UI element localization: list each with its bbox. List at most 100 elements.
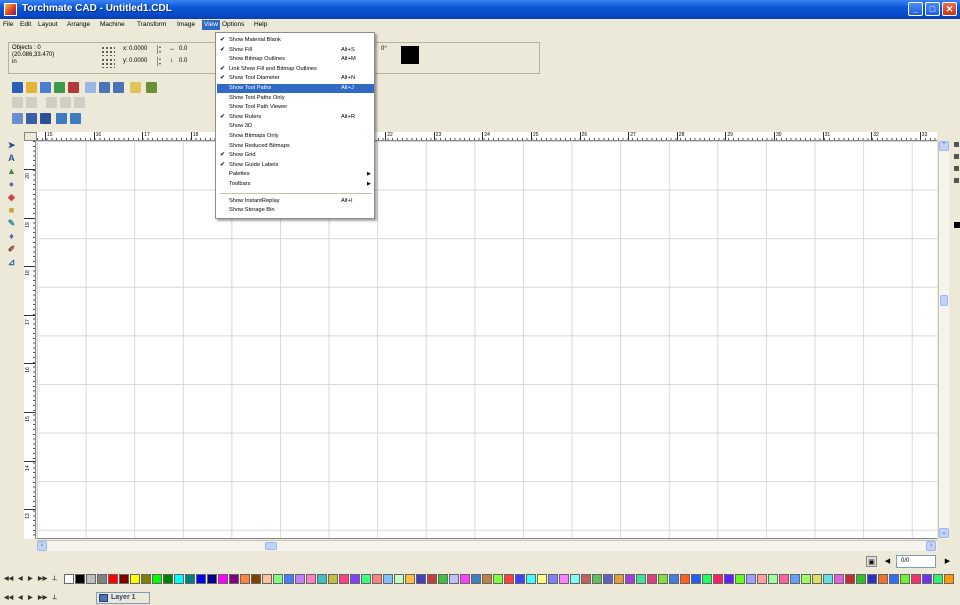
vertical-ruler[interactable]: 20 19 18 17 16 15 14 13: [24, 141, 36, 539]
anchor-grid-icon[interactable]: [101, 46, 115, 56]
palette-swatch[interactable]: [108, 574, 118, 584]
minimize-button[interactable]: _: [908, 2, 923, 16]
view-menu-item[interactable]: Show Tool Path Viewer: [217, 103, 374, 112]
palette-swatch[interactable]: [361, 574, 371, 584]
palette-swatch[interactable]: [306, 574, 316, 584]
docker-strip[interactable]: [953, 130, 960, 250]
palette-swatch[interactable]: [878, 574, 888, 584]
palette-swatch[interactable]: [130, 574, 140, 584]
fill-color-swatch[interactable]: [401, 46, 419, 64]
palette-swatch[interactable]: [372, 574, 382, 584]
y-stepper[interactable]: [157, 57, 162, 66]
palette-swatch[interactable]: [757, 574, 767, 584]
palette-swatch[interactable]: [196, 574, 206, 584]
view-menu-item[interactable]: Show Tool Paths Only: [217, 94, 374, 103]
view-menu-item[interactable]: ✔ Show Grid: [217, 151, 374, 160]
palette-swatch[interactable]: [119, 574, 129, 584]
layer-last-icon[interactable]: ▶▶: [38, 594, 47, 601]
palette-last-icon[interactable]: ▶▶: [38, 575, 47, 582]
open-icon[interactable]: [26, 82, 37, 93]
palette-swatch[interactable]: [603, 574, 613, 584]
palette-swatch[interactable]: [647, 574, 657, 584]
scroll-down-icon[interactable]: ⌄: [939, 528, 949, 538]
palette-swatch[interactable]: [636, 574, 646, 584]
palette-swatch[interactable]: [460, 574, 470, 584]
palette-swatch[interactable]: [570, 574, 580, 584]
palette-swatch[interactable]: [746, 574, 756, 584]
palette-swatch[interactable]: [97, 574, 107, 584]
view-menu-item[interactable]: Show Tool Paths Alt+J: [217, 84, 374, 93]
palette-swatch[interactable]: [438, 574, 448, 584]
view-menu-item[interactable]: ✔ Show Guide Labels: [217, 161, 374, 170]
palette-swatch[interactable]: [526, 574, 536, 584]
layer-add-icon[interactable]: ⊥: [52, 594, 57, 601]
palette-first-icon[interactable]: ◀◀: [4, 575, 13, 582]
view-menu-item[interactable]: ✔ Link Show Fill and Bitmap Outlines: [217, 65, 374, 74]
palette-swatch[interactable]: [548, 574, 558, 584]
view-menu-item[interactable]: Palettes ▶: [217, 170, 374, 179]
palette-swatch[interactable]: [900, 574, 910, 584]
horizontal-scrollbar[interactable]: ‹ ›: [37, 540, 937, 551]
node-icon[interactable]: [56, 113, 67, 124]
vertical-scrollbar[interactable]: ⌃ ⌄: [938, 141, 949, 539]
docker-icon[interactable]: [954, 142, 959, 147]
undo-icon[interactable]: [99, 82, 110, 93]
palette-menu-icon[interactable]: ⊥: [52, 575, 57, 582]
next-page-icon[interactable]: ▶: [942, 556, 953, 567]
view-menu-item[interactable]: ✔ Show Tool Diameter Alt+N: [217, 74, 374, 83]
width-field[interactable]: 0.0: [179, 46, 187, 52]
palette-swatch[interactable]: [427, 574, 437, 584]
palette-swatch[interactable]: [86, 574, 96, 584]
distribute-icon[interactable]: [26, 97, 37, 108]
palette-swatch[interactable]: [383, 574, 393, 584]
palette-swatch[interactable]: [812, 574, 822, 584]
view-menu-item[interactable]: Show Bitmaps Only: [217, 132, 374, 141]
export-icon[interactable]: [68, 82, 79, 93]
palette-swatch[interactable]: [537, 574, 547, 584]
drawing-canvas[interactable]: [37, 141, 937, 539]
palette-swatch[interactable]: [856, 574, 866, 584]
new-icon[interactable]: [12, 82, 23, 93]
palette-swatch[interactable]: [515, 574, 525, 584]
path-icon[interactable]: [70, 113, 81, 124]
docker-icon[interactable]: [954, 178, 959, 183]
docker-icon[interactable]: [954, 166, 959, 171]
palette-swatch[interactable]: [218, 574, 228, 584]
menu-transform[interactable]: Transform: [137, 21, 166, 28]
prev-page-icon[interactable]: ◀: [882, 556, 893, 567]
menu-file[interactable]: File: [3, 21, 13, 28]
layer-next-icon[interactable]: ▶: [28, 594, 33, 601]
palette-swatch[interactable]: [834, 574, 844, 584]
fill-tool-icon[interactable]: ■: [6, 205, 17, 216]
palette-swatch[interactable]: [801, 574, 811, 584]
maximize-button[interactable]: □: [925, 2, 940, 16]
palette-swatch[interactable]: [394, 574, 404, 584]
palette-swatch[interactable]: [768, 574, 778, 584]
palette-swatch[interactable]: [658, 574, 668, 584]
palette-swatch[interactable]: [933, 574, 943, 584]
view-menu-item[interactable]: ✔ Show Rulers Alt+R: [217, 113, 374, 122]
view-menu-item[interactable]: Show Storage Bin: [217, 206, 374, 215]
palette-swatch[interactable]: [625, 574, 635, 584]
palette-swatch[interactable]: [889, 574, 899, 584]
horizontal-ruler[interactable]: 15161718192021222324252627282930313233: [37, 132, 937, 141]
zoom-tool-icon[interactable]: ●: [6, 179, 17, 190]
machine-icon[interactable]: [146, 82, 157, 93]
palette-swatch[interactable]: [867, 574, 877, 584]
horizontal-scroll-thumb[interactable]: [265, 542, 277, 550]
palette-swatch[interactable]: [273, 574, 283, 584]
view-menu-item[interactable]: Show Bitmap Outlines Alt+M: [217, 55, 374, 64]
palette-prev-icon[interactable]: ◀: [18, 575, 23, 582]
measure-tool-icon[interactable]: ⊿: [6, 257, 17, 268]
trim-icon[interactable]: [60, 97, 71, 108]
palette-swatch[interactable]: [735, 574, 745, 584]
palette-swatch[interactable]: [262, 574, 272, 584]
scroll-right-icon[interactable]: ›: [926, 541, 936, 551]
x-stepper[interactable]: [157, 45, 162, 54]
palette-swatch[interactable]: [295, 574, 305, 584]
view-mode-icon[interactable]: [26, 113, 37, 124]
palette-swatch[interactable]: [471, 574, 481, 584]
palette-swatch[interactable]: [284, 574, 294, 584]
pen-tool-icon[interactable]: ✎: [6, 218, 17, 229]
menu-image[interactable]: Image: [177, 21, 195, 28]
